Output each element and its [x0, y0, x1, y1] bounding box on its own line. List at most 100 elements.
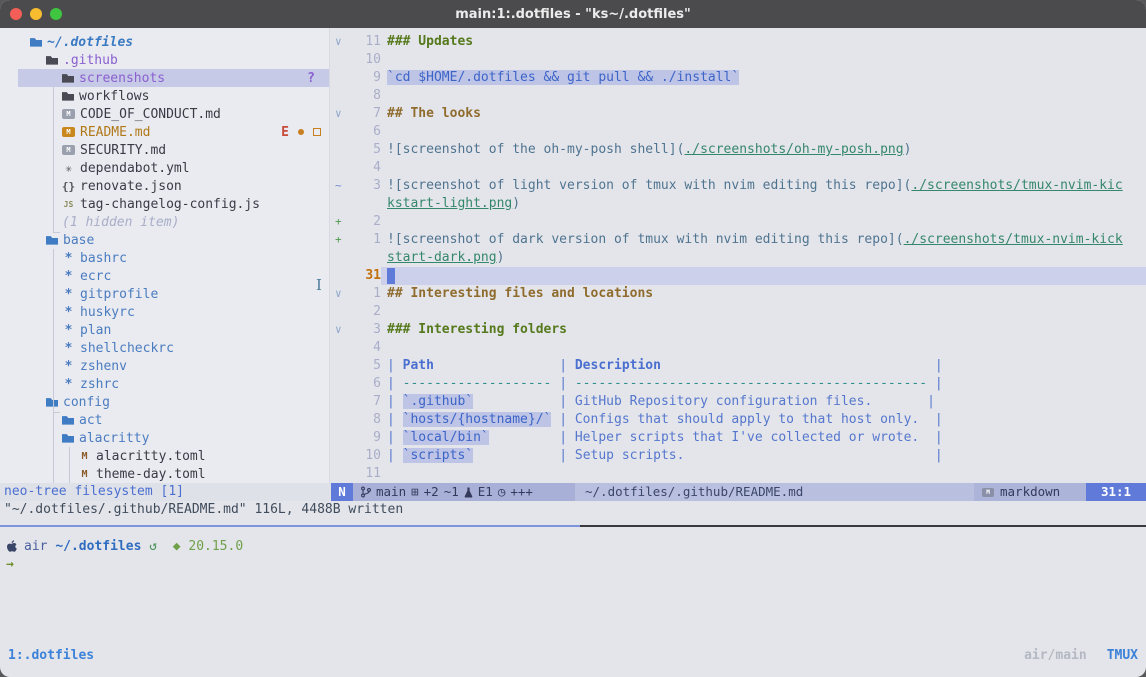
text-segment: |	[387, 448, 403, 463]
tree-item-act[interactable]: act	[0, 411, 329, 429]
editor-line[interactable]: 31	[331, 267, 1146, 285]
text-segment: |	[927, 430, 943, 445]
tree-item-huskyrc[interactable]: *huskyrc	[0, 303, 329, 321]
editor-line[interactable]: 7| `.github` | GitHub Repository configu…	[331, 393, 1146, 411]
editor-line[interactable]: ∨3### Interesting folders	[331, 321, 1146, 339]
close-window-button[interactable]	[10, 8, 22, 20]
filetype-label: markdown	[1000, 483, 1060, 501]
git-changed-count: ~1	[444, 483, 459, 501]
tree-item-.github[interactable]: .github	[0, 51, 329, 69]
tree-item--.dotfiles[interactable]: ~/.dotfiles	[0, 33, 329, 51]
text-segment: ### Updates	[387, 34, 473, 49]
text-segment: Description	[575, 358, 661, 373]
editor-line[interactable]: +1![screenshot of dark version of tmux w…	[331, 231, 1146, 249]
editor-line[interactable]: 8| `hosts/{hostname}/` | Configs that sh…	[331, 411, 1146, 429]
sidebar-file-tree: ~/.dotfiles.githubscreenshots?workflowsM…	[0, 33, 329, 483]
editor-line[interactable]: 2	[331, 303, 1146, 321]
editor-line[interactable]: start-dark.png)	[331, 249, 1146, 267]
editor-line[interactable]: ~3![screenshot of light version of tmux …	[331, 177, 1146, 195]
gutter-blank	[331, 375, 351, 393]
tree-item-bashrc[interactable]: *bashrc	[0, 249, 329, 267]
pane-border-active[interactable]	[0, 525, 580, 527]
editor-line[interactable]: 8	[331, 87, 1146, 105]
fold-arrow-icon: ∨	[331, 285, 351, 303]
tree-item-code-of-conduct.md[interactable]: MCODE_OF_CONDUCT.md	[0, 105, 329, 123]
text-segment: `scripts`	[403, 448, 473, 463]
editor-line[interactable]: ∨1## Interesting files and locations	[331, 285, 1146, 303]
shell-prompt: air ~/.dotfiles ↺ ◆ 20.15.0	[0, 537, 1146, 555]
tree-item-label: ecrc	[80, 269, 111, 284]
tree-item-renovate.json[interactable]: {}renovate.json	[0, 177, 329, 195]
modified-dot-mark	[298, 129, 304, 135]
fold-arrow-icon: ∨	[331, 321, 351, 339]
tree-item-shellcheckrc[interactable]: *shellcheckrc	[0, 339, 329, 357]
pane-border-inactive[interactable]	[580, 525, 1146, 527]
zoom-window-button[interactable]	[50, 8, 62, 20]
editor-line[interactable]: 4	[331, 159, 1146, 177]
toml-file-icon: M	[78, 468, 91, 481]
tree-item-gitprofile[interactable]: *gitprofile	[0, 285, 329, 303]
editor-line[interactable]: 5| Path | Description |	[331, 357, 1146, 375]
editor-line[interactable]: ∨11### Updates	[331, 33, 1146, 51]
minimize-window-button[interactable]	[30, 8, 42, 20]
editor-line[interactable]: +2	[331, 213, 1146, 231]
tree-item-alacritty[interactable]: alacritty	[0, 429, 329, 447]
tree-item-readme.md[interactable]: MREADME.mdE	[0, 123, 329, 141]
editor-line[interactable]: 6| ------------------- | ---------------…	[331, 375, 1146, 393]
tree-item-label: screenshots	[79, 71, 165, 86]
editor-line[interactable]: 9`cd $HOME/.dotfiles && git pull && ./in…	[331, 69, 1146, 87]
md-file-icon: M	[62, 127, 75, 137]
text-segment: )	[497, 250, 505, 265]
tree-item-plan[interactable]: *plan	[0, 321, 329, 339]
gutter-blank	[331, 465, 351, 483]
clock-icon: ◷	[498, 483, 506, 501]
editor-line[interactable]: 6	[331, 123, 1146, 141]
text-segment: Setup scripts.	[575, 448, 685, 463]
tree-guide-corner	[53, 232, 60, 233]
line-number: 2	[351, 213, 381, 231]
editor-line[interactable]: ∨7## The looks	[331, 105, 1146, 123]
editor-line[interactable]: 5![screenshot of the oh-my-posh shell](.…	[331, 141, 1146, 159]
tree-item-workflows[interactable]: workflows	[0, 87, 329, 105]
text-segment: |	[387, 358, 403, 373]
editor-line[interactable]: 10	[331, 51, 1146, 69]
line-text	[381, 339, 1146, 357]
tree-item-label: alacritty	[79, 431, 149, 446]
text-segment: `hosts/{hostname}/`	[403, 412, 552, 427]
tree-item-security.md[interactable]: MSECURITY.md	[0, 141, 329, 159]
editor-line[interactable]: 10| `scripts` | Setup scripts. |	[331, 447, 1146, 465]
tree-item-config[interactable]: config	[0, 393, 329, 411]
editor-line[interactable]: 9| `local/bin` | Helper scripts that I'v…	[331, 429, 1146, 447]
tree-item-zshenv[interactable]: *zshenv	[0, 357, 329, 375]
editor-line[interactable]: 11	[331, 465, 1146, 483]
line-text: | `local/bin` | Helper scripts that I've…	[381, 429, 1146, 447]
line-text	[381, 267, 1146, 285]
line-number: 2	[351, 303, 381, 321]
tmux-session-name: air/main	[1024, 648, 1087, 663]
tree-item-zshrc[interactable]: *zshrc	[0, 375, 329, 393]
star-file-icon: *	[62, 306, 75, 319]
tree-item-ecrc[interactable]: *ecrc	[0, 267, 329, 285]
tree-item-theme-day.toml[interactable]: Mtheme-day.toml	[0, 465, 329, 483]
shell-pane[interactable]: air ~/.dotfiles ↺ ◆ 20.15.0 →	[0, 528, 1146, 645]
tree-item-screenshots[interactable]: screenshots?	[0, 69, 329, 87]
tree-item-base[interactable]: base	[0, 231, 329, 249]
tmux-window-tab[interactable]: 1:.dotfiles	[8, 648, 94, 663]
shell-input-line[interactable]: →	[0, 555, 1146, 573]
editor-line[interactable]: kstart-light.png)	[331, 195, 1146, 213]
tree-item-alacritty.toml[interactable]: Malacritty.toml	[0, 447, 329, 465]
tree-guide-corner	[53, 412, 60, 413]
tree-item-label: zshrc	[80, 377, 119, 392]
tree-item-tag-changelog-config.js[interactable]: JStag-changelog-config.js	[0, 195, 329, 213]
text-segment: |	[927, 412, 943, 427]
editor-line[interactable]: 4	[331, 339, 1146, 357]
line-number: 11	[351, 33, 381, 51]
tree-item--1-hidden-item-[interactable]: (1 hidden item)	[0, 213, 329, 231]
gutter-blank	[331, 69, 351, 87]
editor-buffer[interactable]: ∨ 11 ### Updates 109`cd $HOME/.dotfiles && …	[331, 28, 1146, 483]
tree-item-label: tag-changelog-config.js	[80, 197, 260, 212]
line-text	[381, 51, 1146, 69]
line-number: 7	[351, 105, 381, 123]
editor-lines: ∨ 11 ### Updates 109`cd $HOME/.dotfiles && …	[331, 33, 1146, 483]
tree-item-dependabot.yml[interactable]: ✳dependabot.yml	[0, 159, 329, 177]
